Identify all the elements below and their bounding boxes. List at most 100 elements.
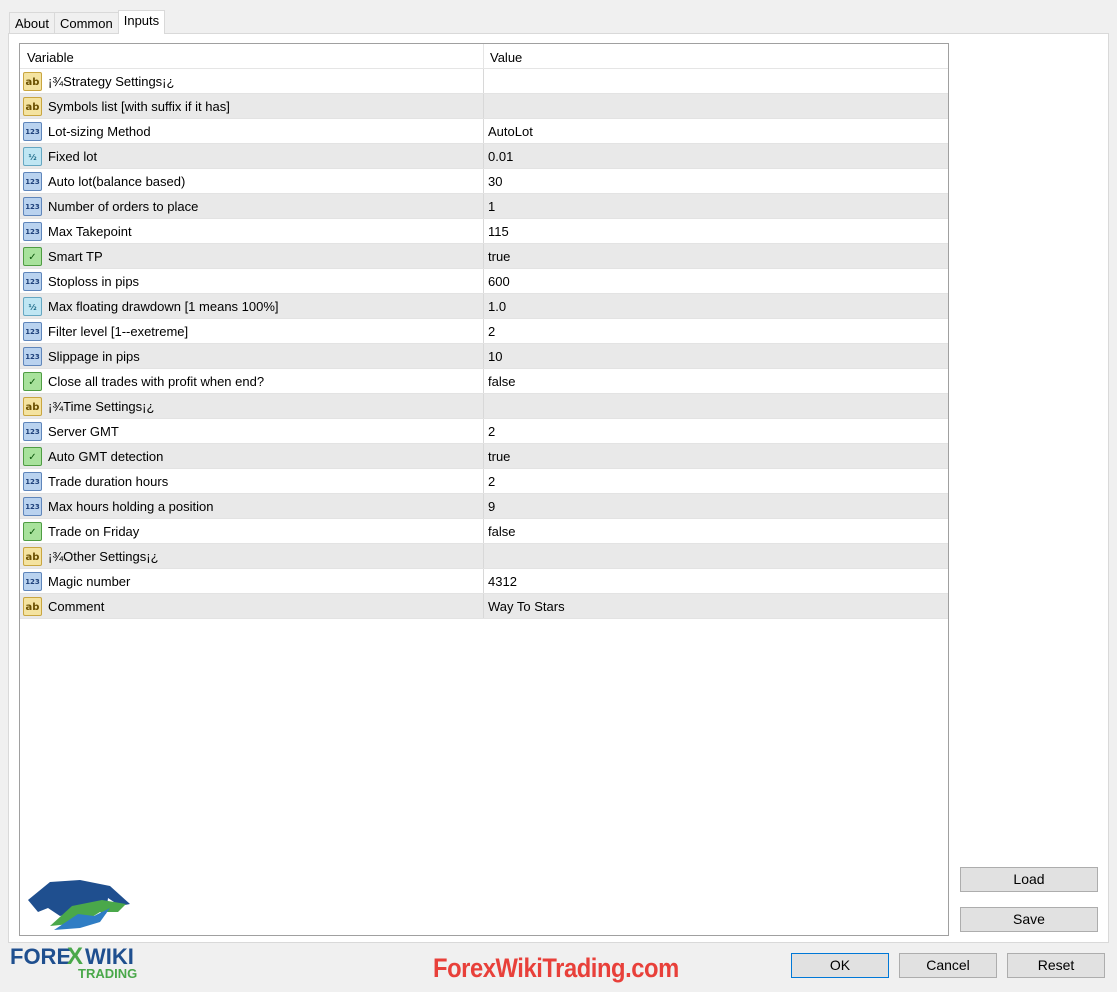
value-cell[interactable] [484, 94, 948, 118]
variable-name: Close all trades with profit when end? [48, 373, 265, 389]
tab-inputs[interactable]: Inputs [117, 10, 166, 34]
value-cell[interactable]: Way To Stars [484, 594, 948, 618]
variable-name: Trade duration hours [48, 473, 169, 489]
save-button[interactable]: Save [960, 907, 1098, 932]
value-cell[interactable]: false [484, 369, 948, 393]
value-cell[interactable] [484, 544, 948, 568]
variable-name: Server GMT [48, 423, 119, 439]
variable-name: ¡¾Time Settings¡¿ [48, 398, 155, 414]
tab-common[interactable]: Common [53, 12, 119, 34]
input-row[interactable]: 123 Filter level [1--exetreme] 2 [20, 319, 948, 344]
variable-cell: 123 Stoploss in pips [20, 269, 484, 293]
value-cell[interactable] [484, 69, 948, 93]
tab-about[interactable]: About [9, 12, 55, 34]
variable-cell: 123 Max Takepoint [20, 219, 484, 243]
value-cell[interactable]: 600 [484, 269, 948, 293]
value-cell[interactable]: 1 [484, 194, 948, 218]
input-row[interactable]: 123 Number of orders to place 1 [20, 194, 948, 219]
variable-cell: 123 Magic number [20, 569, 484, 593]
value-cell[interactable]: true [484, 444, 948, 468]
value-cell[interactable]: 115 [484, 219, 948, 243]
bool-type-icon: ✓ [23, 246, 42, 266]
input-row[interactable]: ✓ Smart TP true [20, 244, 948, 269]
bool-type-icon: ✓ [23, 521, 42, 541]
integer-type-icon: 123 [23, 321, 42, 341]
value-cell[interactable]: 4312 [484, 569, 948, 593]
variable-name: Auto lot(balance based) [48, 173, 186, 189]
variable-cell: 123 Max hours holding a position [20, 494, 484, 518]
watermark-site-text: ForexWikiTrading.com [433, 953, 679, 983]
variable-cell: ✓ Trade on Friday [20, 519, 484, 543]
variable-name: Trade on Friday [48, 523, 140, 539]
variable-name: ¡¾Strategy Settings¡¿ [48, 73, 175, 89]
variable-name: Slippage in pips [48, 348, 140, 364]
string-type-icon: ab [23, 546, 42, 566]
input-row[interactable]: 123 Magic number 4312 [20, 569, 948, 594]
variable-name: Comment [48, 598, 105, 614]
variable-cell: 123 Number of orders to place [20, 194, 484, 218]
value-cell[interactable]: 0.01 [484, 144, 948, 168]
input-row[interactable]: 123 Slippage in pips 10 [20, 344, 948, 369]
variable-cell: ✓ Auto GMT detection [20, 444, 484, 468]
column-header-variable[interactable]: Variable [20, 44, 484, 68]
value-cell[interactable]: 2 [484, 419, 948, 443]
input-row[interactable]: ab ¡¾Other Settings¡¿ [20, 544, 948, 569]
input-row[interactable]: 123 Server GMT 2 [20, 419, 948, 444]
value-cell[interactable]: 10 [484, 344, 948, 368]
value-cell[interactable] [484, 394, 948, 418]
value-cell[interactable]: 30 [484, 169, 948, 193]
input-row[interactable]: ab ¡¾Time Settings¡¿ [20, 394, 948, 419]
logo-forex-text: FORE [10, 944, 71, 969]
variable-name: Auto GMT detection [48, 448, 164, 464]
input-row[interactable]: ✓ Trade on Friday false [20, 519, 948, 544]
input-row[interactable]: 123 Auto lot(balance based) 30 [20, 169, 948, 194]
variable-name: ¡¾Other Settings¡¿ [48, 548, 159, 564]
input-row[interactable]: ✓ Close all trades with profit when end? f… [20, 369, 948, 394]
load-button[interactable]: Load [960, 867, 1098, 892]
input-row[interactable]: 123 Trade duration hours 2 [20, 469, 948, 494]
value-cell[interactable]: 2 [484, 319, 948, 343]
logo-trading-text: TRADING [78, 966, 137, 981]
integer-type-icon: 123 [23, 421, 42, 441]
value-cell[interactable]: false [484, 519, 948, 543]
reset-button[interactable]: Reset [1007, 953, 1105, 978]
input-row[interactable]: ½ Max floating drawdown [1 means 100%] 1.0 [20, 294, 948, 319]
value-cell[interactable]: AutoLot [484, 119, 948, 143]
input-row[interactable]: ab Comment Way To Stars [20, 594, 948, 619]
variable-name: Smart TP [48, 248, 103, 264]
variable-name: Symbols list [with suffix if it has] [48, 98, 230, 114]
input-row[interactable]: ½ Fixed lot 0.01 [20, 144, 948, 169]
integer-type-icon: 123 [23, 571, 42, 591]
integer-type-icon: 123 [23, 221, 42, 241]
value-cell[interactable]: 9 [484, 494, 948, 518]
value-cell[interactable]: true [484, 244, 948, 268]
double-type-icon: ½ [23, 146, 42, 166]
inputs-grid[interactable]: Variable Value ab ¡¾Strategy Settings¡¿ ab… [19, 43, 949, 936]
cancel-button[interactable]: Cancel [899, 953, 997, 978]
variable-name: Filter level [1--exetreme] [48, 323, 189, 339]
input-row[interactable]: ab Symbols list [with suffix if it has] [20, 94, 948, 119]
input-row[interactable]: 123 Stoploss in pips 600 [20, 269, 948, 294]
variable-cell: 123 Slippage in pips [20, 344, 484, 368]
variable-cell: ab ¡¾Time Settings¡¿ [20, 394, 484, 418]
value-cell[interactable]: 1.0 [484, 294, 948, 318]
input-row[interactable]: 123 Max Takepoint 115 [20, 219, 948, 244]
bool-type-icon: ✓ [23, 371, 42, 391]
input-row[interactable]: 123 Max hours holding a position 9 [20, 494, 948, 519]
value-cell[interactable]: 2 [484, 469, 948, 493]
variable-name: Fixed lot [48, 148, 98, 164]
tab-bar: About Common Inputs [9, 10, 166, 34]
column-header-value[interactable]: Value [484, 44, 948, 68]
variable-name: Max floating drawdown [1 means 100%] [48, 298, 279, 314]
string-type-icon: ab [23, 71, 42, 91]
integer-type-icon: 123 [23, 346, 42, 366]
input-row[interactable]: ab ¡¾Strategy Settings¡¿ [20, 69, 948, 94]
ok-button[interactable]: OK [791, 953, 889, 978]
variable-name: Lot-sizing Method [48, 123, 151, 139]
variable-cell: ✓ Smart TP [20, 244, 484, 268]
variable-cell: ab ¡¾Strategy Settings¡¿ [20, 69, 484, 93]
integer-type-icon: 123 [23, 471, 42, 491]
input-row[interactable]: 123 Lot-sizing Method AutoLot [20, 119, 948, 144]
variable-cell: 123 Lot-sizing Method [20, 119, 484, 143]
input-row[interactable]: ✓ Auto GMT detection true [20, 444, 948, 469]
